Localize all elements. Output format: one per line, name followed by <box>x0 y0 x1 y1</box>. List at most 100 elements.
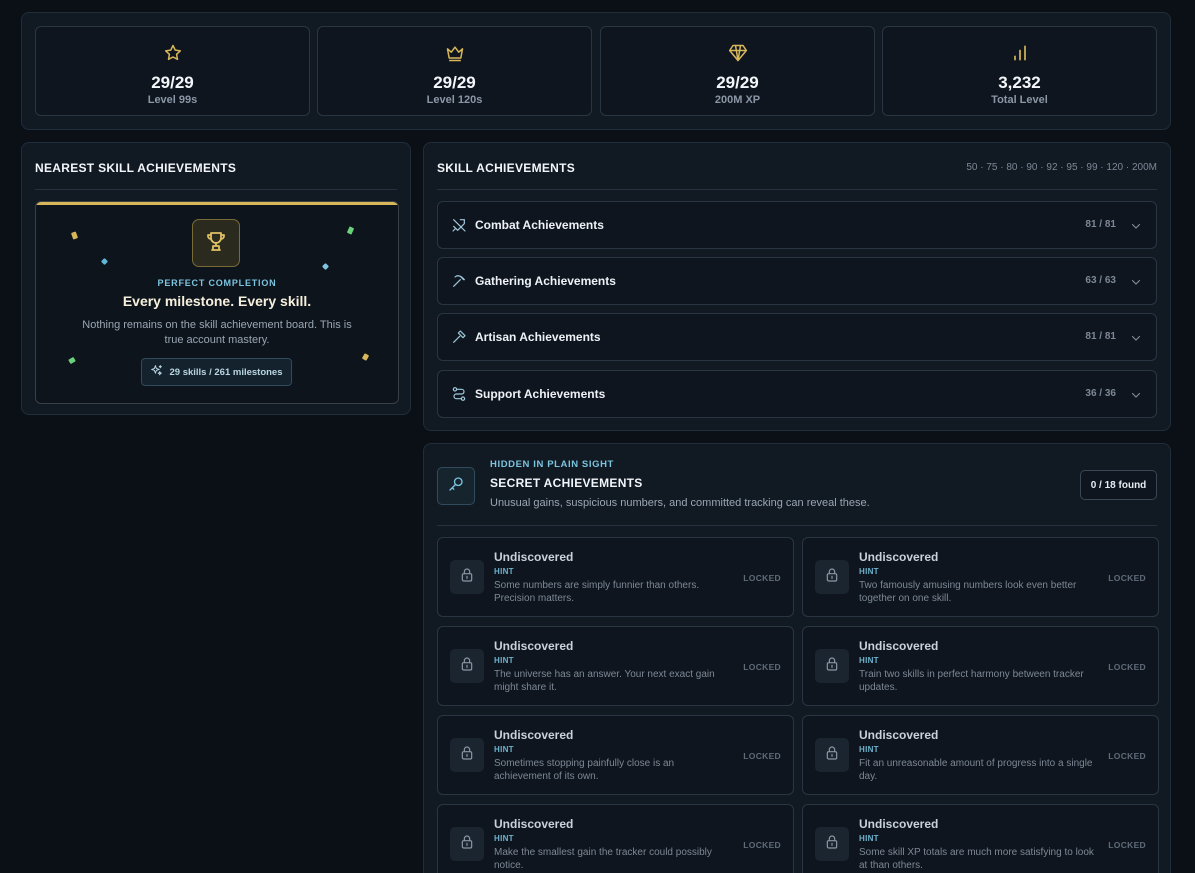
secret-card-hint: Two famously amusing numbers look even b… <box>859 580 1077 604</box>
lock-icon <box>824 656 840 677</box>
swords-icon <box>451 217 467 233</box>
accordion-combat-achievements[interactable]: Combat Achievements 81 / 81 <box>437 201 1157 249</box>
accordion-gathering-achievements[interactable]: Gathering Achievements 63 / 63 <box>437 257 1157 305</box>
lock-icon <box>824 567 840 588</box>
lock-badge <box>815 560 849 594</box>
secret-card-hint: Make the smallest gain the tracker could… <box>494 847 712 871</box>
confetti <box>321 262 330 271</box>
confetti <box>68 356 76 365</box>
secret-card-status: LOCKED <box>1108 662 1146 672</box>
crown-icon <box>318 43 591 63</box>
secret-achievement-card: Undiscovered HINT Fit an unreasonable amou… <box>802 715 1159 795</box>
secret-card-status: LOCKED <box>1108 573 1146 583</box>
accordion-count: 63 / 63 <box>1085 275 1116 286</box>
secret-tag: HIDDEN IN PLAIN SIGHT <box>490 459 614 470</box>
sparkles-icon <box>150 364 163 380</box>
lock-badge <box>815 649 849 683</box>
stat-label: Total Level <box>991 94 1048 106</box>
confetti <box>70 231 79 240</box>
secret-achievement-card: Undiscovered HINT Make the smallest gain t… <box>437 804 794 873</box>
secret-card-hint-label: HINT <box>859 834 879 843</box>
accordion-label: Combat Achievements <box>475 218 604 232</box>
gold-accent-bar <box>36 202 398 205</box>
divider <box>437 525 1157 526</box>
trophy-icon <box>204 229 228 258</box>
stat-label: Level 120s <box>426 94 483 106</box>
secret-achievement-card: Undiscovered HINT Sometimes stopping painf… <box>437 715 794 795</box>
diamond-icon <box>601 43 874 63</box>
secret-title: SECRET ACHIEVEMENTS <box>490 476 643 490</box>
confetti <box>346 226 355 235</box>
secret-card-hint-label: HINT <box>494 567 514 576</box>
pickaxe-icon <box>451 273 467 289</box>
secret-achievement-card: Undiscovered HINT Train two skills in perf… <box>802 626 1159 706</box>
lock-badge <box>450 827 484 861</box>
lock-icon <box>459 656 475 677</box>
skill-achievements-panel: SKILL ACHIEVEMENTS 50 · 75 · 80 · 90 · 9… <box>423 142 1171 431</box>
chevron-down-icon <box>1130 331 1142 343</box>
confetti <box>361 353 370 361</box>
secret-card-hint: Fit an unreasonable amount of progress i… <box>859 758 1093 782</box>
lock-icon <box>459 834 475 855</box>
lock-icon <box>459 567 475 588</box>
secret-card-status: LOCKED <box>1108 751 1146 761</box>
stat-value: 29/29 <box>151 73 194 92</box>
secret-card-hint: Train two skills in perfect harmony betw… <box>859 669 1084 693</box>
secret-card-title: Undiscovered <box>494 550 574 564</box>
lock-badge <box>450 560 484 594</box>
chevron-down-icon <box>1130 275 1142 287</box>
star-icon <box>36 43 309 63</box>
stat-label: 200M XP <box>714 94 761 106</box>
secret-card-title: Undiscovered <box>494 728 574 742</box>
lock-badge <box>450 738 484 772</box>
secret-achievement-card: Undiscovered HINT The universe has an answ… <box>437 626 794 706</box>
lock-icon <box>459 745 475 766</box>
nearest-achievements-panel: NEAREST SKILL ACHIEVEMENTS PERFECT COMPL… <box>21 142 411 415</box>
perfect-completion-card: PERFECT COMPLETION Every milestone. Ever… <box>35 201 399 404</box>
secret-card-status: LOCKED <box>743 573 781 583</box>
stat-label: Level 99s <box>147 94 198 106</box>
accordion-label: Artisan Achievements <box>475 330 601 344</box>
divider <box>437 189 1157 190</box>
secret-achievement-card: Undiscovered HINT Two famously amusing num… <box>802 537 1159 617</box>
stat-value: 29/29 <box>433 73 476 92</box>
chevron-down-icon <box>1130 219 1142 231</box>
secret-card-hint-label: HINT <box>494 745 514 754</box>
lock-badge <box>815 738 849 772</box>
bar-chart-icon <box>883 43 1156 63</box>
lock-badge <box>815 827 849 861</box>
stats-panel: 29/29 Level 99s 29/29 Level 120s 29/29 2… <box>21 12 1171 130</box>
stat-value: 29/29 <box>716 73 759 92</box>
accordion-label: Gathering Achievements <box>475 274 616 288</box>
tier-legend: 50 · 75 · 80 · 90 · 92 · 95 · 99 · 120 ·… <box>966 162 1157 173</box>
secret-card-hint: Some numbers are simply funnier than oth… <box>494 580 700 604</box>
secret-card-title: Undiscovered <box>859 817 939 831</box>
secret-card-hint-label: HINT <box>859 656 879 665</box>
milestones-pill: 29 skills / 261 milestones <box>141 358 292 386</box>
secret-card-title: Undiscovered <box>859 550 939 564</box>
completion-tag: PERFECT COMPLETION <box>157 278 277 288</box>
secret-card-hint: Some skill XP totals are much more satis… <box>859 847 1094 871</box>
divider <box>35 189 397 190</box>
stat-card-level-99s: 29/29 Level 99s <box>35 26 310 116</box>
panel-title: SKILL ACHIEVEMENTS <box>437 161 576 175</box>
hammer-icon <box>451 329 467 345</box>
accordion-count: 81 / 81 <box>1085 331 1116 342</box>
key-icon <box>447 475 465 498</box>
secret-card-title: Undiscovered <box>494 639 574 653</box>
secret-card-hint-label: HINT <box>859 745 879 754</box>
trophy-badge <box>192 219 240 267</box>
secret-achievement-card: Undiscovered HINT Some numbers are simply … <box>437 537 794 617</box>
accordion-count: 36 / 36 <box>1085 388 1116 399</box>
secret-card-status: LOCKED <box>743 840 781 850</box>
secret-card-title: Undiscovered <box>859 639 939 653</box>
accordion-count: 81 / 81 <box>1085 219 1116 230</box>
stat-card-level-120s: 29/29 Level 120s <box>317 26 592 116</box>
route-icon <box>451 386 467 402</box>
stat-card-200m-xp: 29/29 200M XP <box>600 26 875 116</box>
accordion-artisan-achievements[interactable]: Artisan Achievements 81 / 81 <box>437 313 1157 361</box>
milestones-pill-label: 29 skills / 261 milestones <box>169 366 283 378</box>
accordion-support-achievements[interactable]: Support Achievements 36 / 36 <box>437 370 1157 418</box>
secret-subtitle: Unusual gains, suspicious numbers, and c… <box>490 497 870 509</box>
panel-title: NEAREST SKILL ACHIEVEMENTS <box>35 161 237 175</box>
